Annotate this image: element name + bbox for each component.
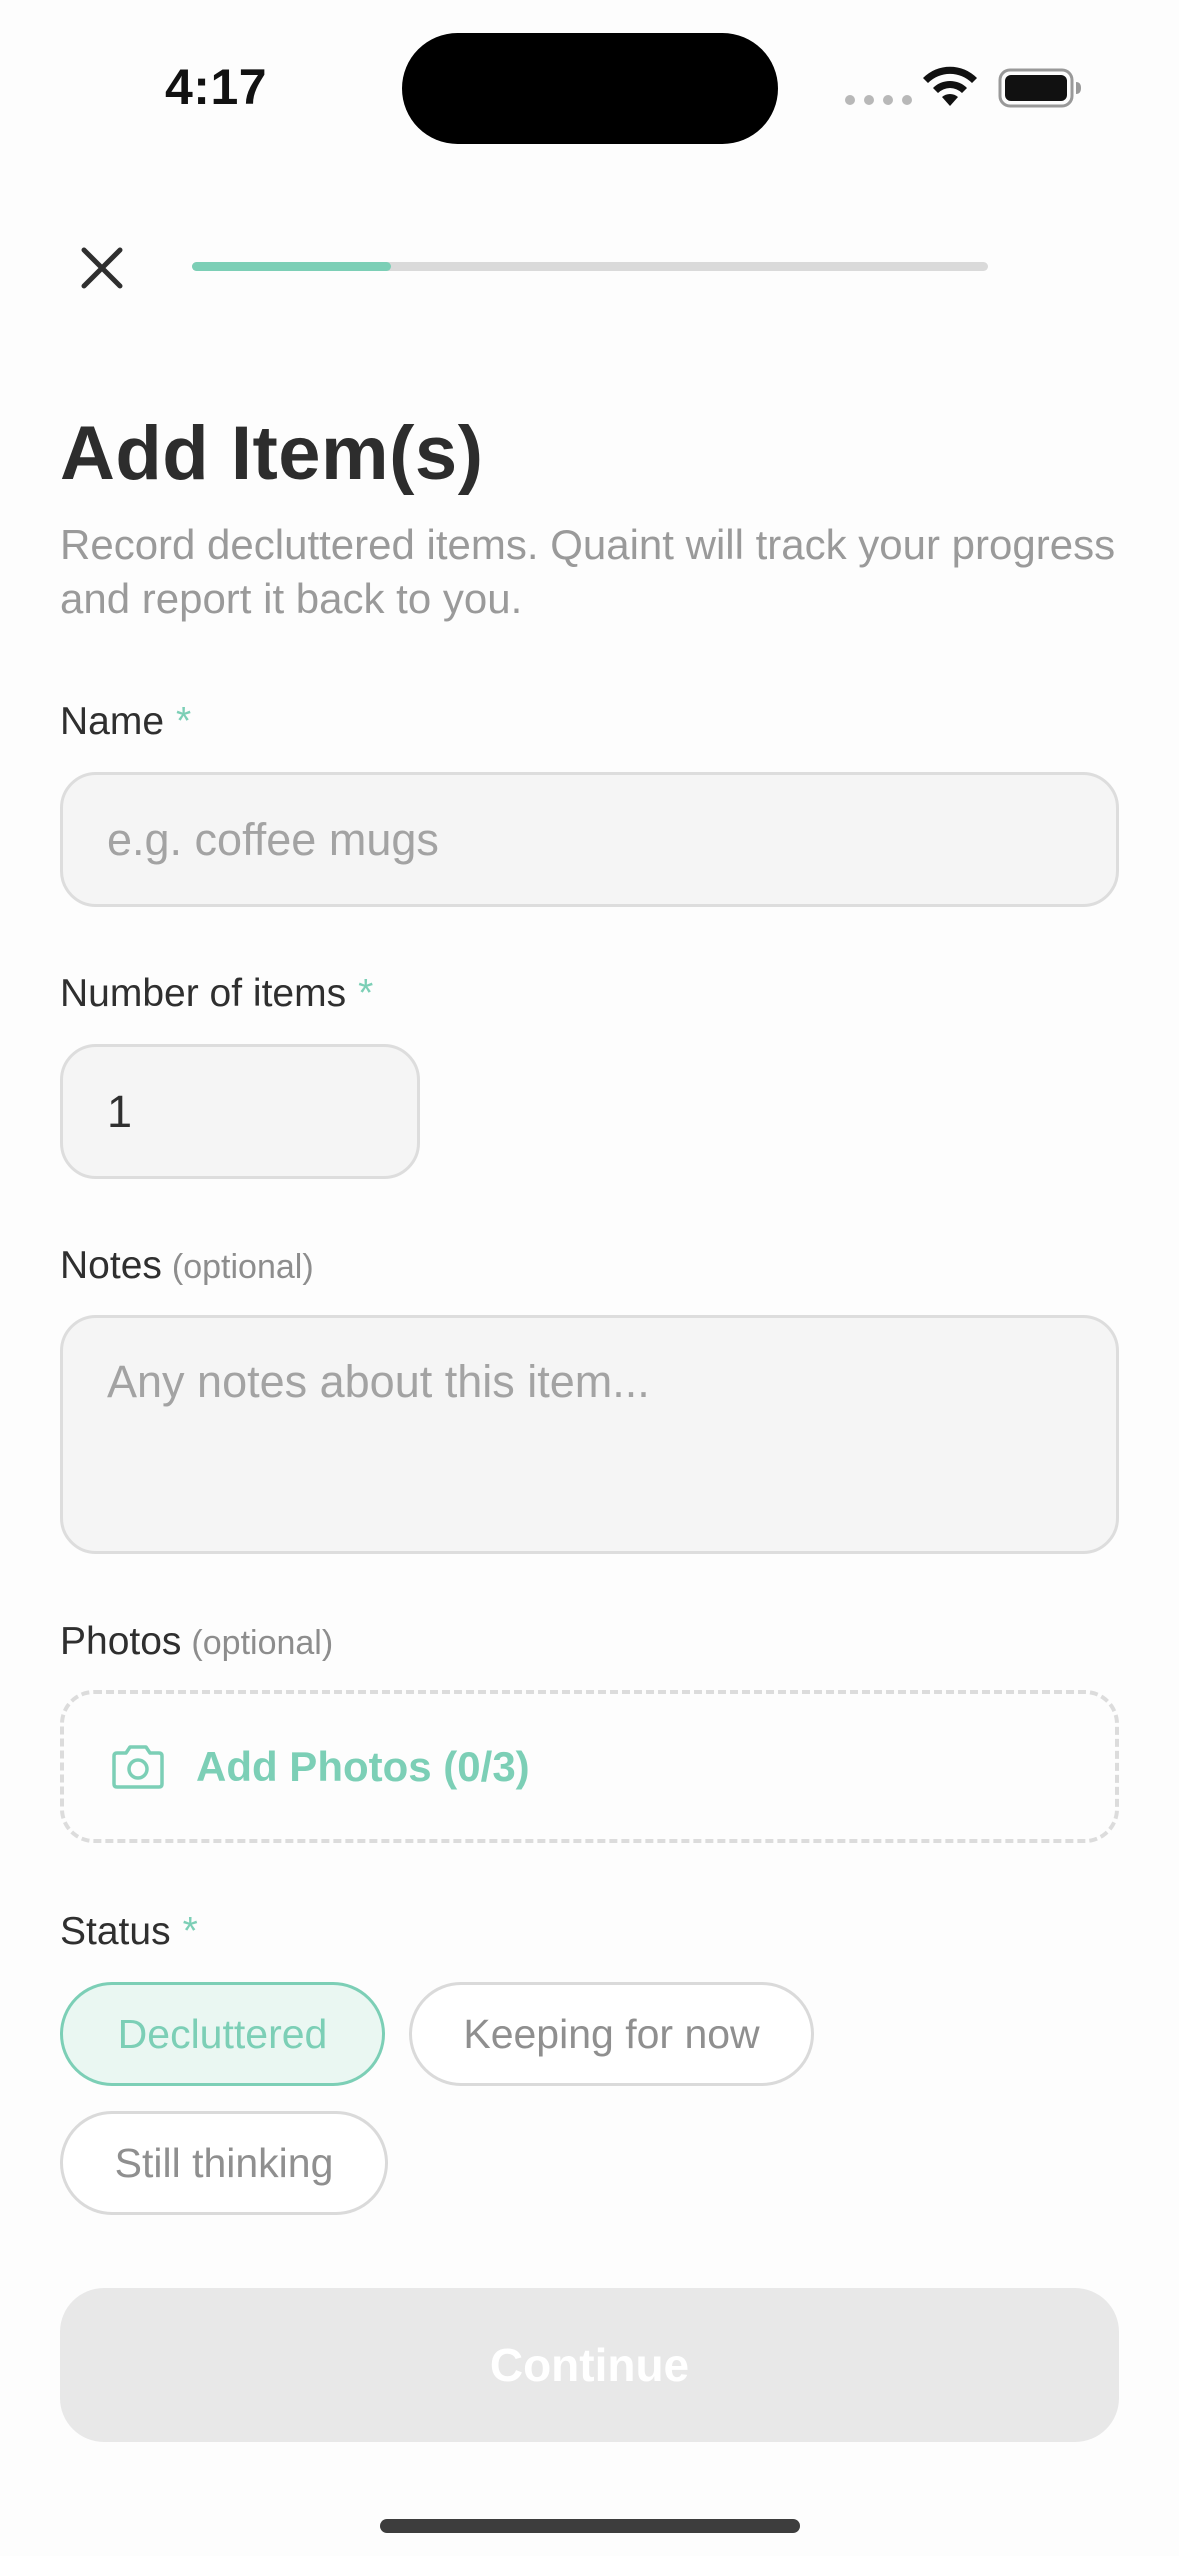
- dynamic-island: [402, 33, 778, 144]
- quantity-label-text: Number of items: [60, 972, 347, 1015]
- photos-label: Photos (optional): [60, 1620, 333, 1664]
- notes-input[interactable]: [60, 1315, 1119, 1554]
- optional-note: (optional): [191, 1624, 334, 1662]
- camera-icon: [112, 1744, 164, 1789]
- add-photos-label: Add Photos (0/3): [196, 1742, 530, 1790]
- notes-label-text: Notes: [60, 1244, 162, 1287]
- name-input[interactable]: [60, 772, 1119, 907]
- status-chip-thinking[interactable]: Still thinking: [60, 2111, 388, 2215]
- home-indicator[interactable]: [380, 2519, 800, 2533]
- quantity-label: Number of items *: [60, 972, 373, 1016]
- close-button[interactable]: [70, 236, 134, 300]
- status-chip-decluttered[interactable]: Decluttered: [60, 1982, 385, 2086]
- required-mark: *: [358, 972, 374, 1015]
- required-mark: *: [182, 1910, 198, 1953]
- photos-label-text: Photos: [60, 1620, 182, 1663]
- name-label: Name *: [60, 700, 191, 744]
- status-chip-keeping[interactable]: Keeping for now: [409, 1982, 814, 2086]
- add-photos-button[interactable]: Add Photos (0/3): [60, 1690, 1119, 1843]
- notes-label: Notes (optional): [60, 1244, 314, 1288]
- quantity-input[interactable]: [60, 1044, 420, 1179]
- progress-fill: [192, 262, 391, 271]
- status-label: Status *: [60, 1910, 198, 1954]
- wifi-icon: [923, 66, 977, 106]
- page-subtitle: Record decluttered items. Quaint will tr…: [60, 521, 1116, 622]
- battery-icon: [998, 68, 1081, 108]
- required-mark: *: [176, 700, 192, 743]
- add-item-screen: 4:17 Add Item(s) Record decluttered item…: [0, 0, 1179, 2556]
- status-label-text: Status: [60, 1910, 171, 1953]
- name-label-text: Name: [60, 700, 165, 743]
- cellular-signal-icon: [845, 95, 912, 105]
- page-title: Add Item(s): [60, 411, 484, 496]
- progress-bar: [192, 262, 988, 271]
- status-time: 4:17: [165, 59, 268, 115]
- optional-note: (optional): [171, 1248, 314, 1286]
- continue-button[interactable]: Continue: [60, 2288, 1119, 2442]
- close-icon: [81, 247, 123, 289]
